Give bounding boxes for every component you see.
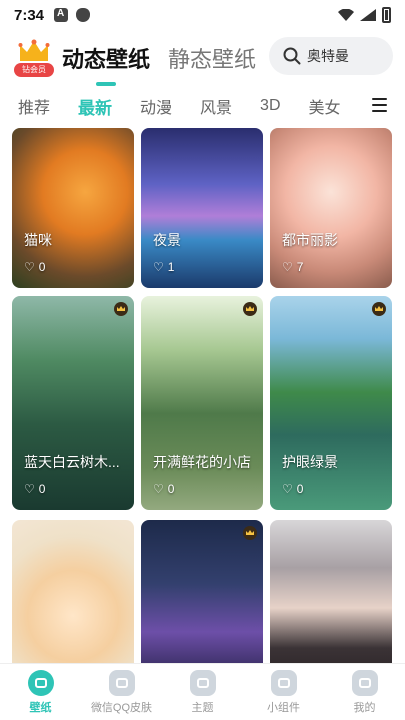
like-number: 0 — [296, 482, 304, 496]
like-count[interactable]: ♡ 0 — [153, 482, 174, 496]
wallpaper-grid: 猫咪 ♡ 0 夜景 ♡ 1 都市丽影 ♡ 7 蓝天白云树木... ♡ 0 开满鲜花的小店… — [0, 128, 405, 663]
status-bar: 7:34 — [0, 0, 405, 30]
bottom-nav: 壁纸 微信QQ皮肤 主题 小组件 我的 — [0, 663, 405, 720]
search-icon — [283, 47, 301, 65]
wallpaper-card[interactable]: 蓝天白云树木... ♡ 0 — [12, 296, 134, 510]
tab-static-wallpaper[interactable]: 静态壁纸 — [168, 42, 256, 74]
category-tab-active[interactable]: 最新 — [78, 94, 112, 119]
vip-crown-icon — [243, 302, 257, 316]
heart-icon: ♡ — [153, 482, 164, 496]
wallpaper-card[interactable]: 开满鲜花的小店 ♡ 0 — [141, 296, 263, 510]
vip-button[interactable]: 钻会员 — [14, 37, 54, 79]
wallpaper-title: 猫咪 — [24, 232, 52, 248]
wallpaper-card[interactable] — [12, 520, 134, 663]
like-count[interactable]: ♡ 7 — [282, 260, 303, 274]
heart-icon: ♡ — [24, 260, 35, 274]
heart-icon: ♡ — [24, 482, 35, 496]
heart-icon: ♡ — [282, 260, 293, 274]
signal-icon — [360, 9, 376, 21]
category-tab[interactable]: 风景 — [200, 94, 232, 118]
nav-widget[interactable]: 小组件 — [243, 664, 324, 720]
like-count[interactable]: ♡ 0 — [24, 260, 45, 274]
nav-label: 壁纸 — [29, 702, 52, 714]
wallpaper-card[interactable]: 都市丽影 ♡ 7 — [270, 128, 392, 288]
wallpaper-card[interactable]: 护眼绿景 ♡ 0 — [270, 296, 392, 510]
nav-label: 我的 — [353, 702, 376, 714]
like-number: 0 — [38, 260, 46, 274]
vip-crown-icon — [372, 302, 386, 316]
search-box[interactable]: 奥特曼 — [269, 37, 393, 75]
like-count[interactable]: ♡ 1 — [153, 260, 174, 274]
tab-dynamic-wallpaper[interactable]: 动态壁纸 — [62, 42, 150, 86]
category-tab[interactable]: 美女 — [309, 94, 341, 118]
wallpaper-card[interactable]: 猫咪 ♡ 0 — [12, 128, 134, 288]
wallpaper-icon — [27, 670, 54, 696]
like-number: 0 — [167, 482, 175, 496]
vip-crown-icon — [114, 302, 128, 316]
vip-crown-icon — [243, 526, 257, 540]
theme-icon — [189, 670, 216, 696]
like-count[interactable]: ♡ 0 — [24, 482, 45, 496]
wifi-icon — [338, 9, 354, 21]
wallpaper-title: 夜景 — [153, 232, 181, 248]
wallpaper-title: 都市丽影 — [282, 232, 338, 248]
wallpaper-title: 护眼绿景 — [282, 454, 338, 470]
category-tab[interactable]: 动漫 — [140, 94, 172, 118]
heart-icon: ♡ — [153, 260, 164, 274]
battery-icon — [382, 7, 391, 23]
like-number: 7 — [296, 260, 304, 274]
nav-wallpaper[interactable]: 壁纸 — [0, 664, 81, 720]
vip-badge: 钻会员 — [14, 63, 54, 77]
wallpaper-title: 开满鲜花的小店 — [153, 454, 251, 470]
nav-label: 微信QQ皮肤 — [90, 702, 153, 714]
like-count[interactable]: ♡ 0 — [282, 482, 303, 496]
nav-label: 主题 — [191, 702, 214, 714]
category-tab[interactable]: 推荐 — [18, 94, 50, 118]
heart-icon: ♡ — [282, 482, 293, 496]
widget-icon — [270, 670, 297, 696]
category-tab[interactable]: 3D — [260, 97, 280, 115]
header: 钻会员 动态壁纸 静态壁纸 奥特曼 — [0, 34, 405, 86]
shirt-icon — [108, 670, 135, 696]
wallpaper-title: 蓝天白云树木... — [24, 454, 120, 470]
shield-icon — [76, 8, 91, 22]
search-placeholder: 奥特曼 — [307, 48, 349, 64]
nav-skin[interactable]: 微信QQ皮肤 — [81, 664, 162, 720]
status-time: 7:34 — [14, 6, 45, 24]
like-number: 0 — [38, 482, 46, 496]
category-tabs: 推荐 最新 动漫 风景 3D 美女 — [0, 92, 405, 120]
nav-profile[interactable]: 我的 — [324, 664, 405, 720]
notification-a-icon — [54, 8, 69, 22]
category-menu-icon[interactable] — [372, 98, 387, 112]
wallpaper-card[interactable] — [270, 520, 392, 663]
nav-theme[interactable]: 主题 — [162, 664, 243, 720]
wallpaper-card[interactable] — [141, 520, 263, 663]
wallpaper-card[interactable]: 夜景 ♡ 1 — [141, 128, 263, 288]
like-number: 1 — [167, 260, 175, 274]
profile-icon — [351, 670, 378, 696]
nav-label: 小组件 — [267, 702, 300, 714]
crown-icon — [18, 39, 50, 61]
